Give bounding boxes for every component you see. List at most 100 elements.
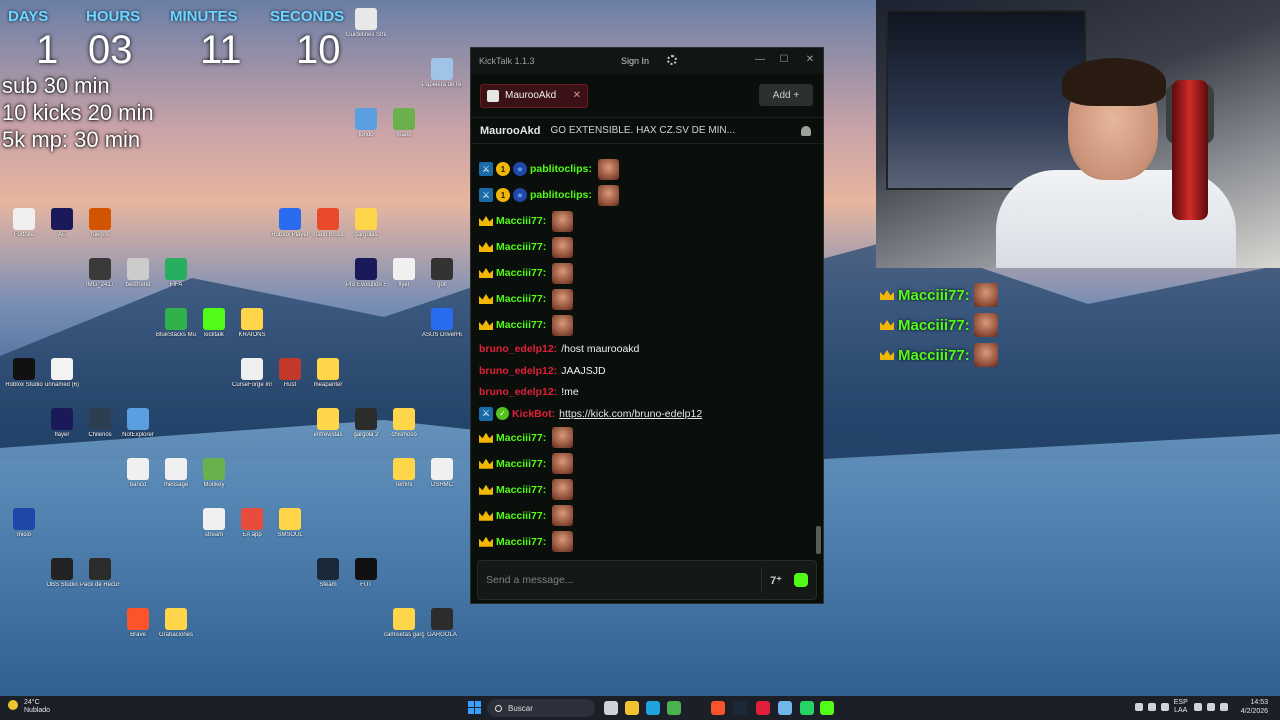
desktop-icon[interactable]: Pack de Recursos bbox=[80, 558, 120, 604]
chat-username[interactable]: bruno_edelp12: bbox=[479, 365, 557, 377]
chat-username[interactable]: Macciii77: bbox=[496, 510, 546, 522]
desktop-icon[interactable]: AE bbox=[42, 208, 82, 254]
desktop-icon[interactable]: mario bross bbox=[308, 208, 348, 254]
add-channel-button[interactable]: Add + bbox=[759, 84, 813, 106]
desktop-icon[interactable]: Inicio bbox=[4, 508, 44, 554]
chat-username[interactable]: Macciii77: bbox=[496, 267, 546, 279]
chat-message[interactable]: ⚔ 1 ★ pablitoclips: bbox=[479, 156, 817, 182]
user-icon[interactable] bbox=[801, 126, 811, 136]
brave-icon[interactable] bbox=[711, 701, 725, 715]
desktop-icon[interactable]: BlueStacks Multi-Insta bbox=[156, 308, 196, 354]
desktop-icon[interactable]: Guidelines Streamo bbox=[346, 8, 386, 54]
desktop-icon[interactable]: fondo bbox=[346, 108, 386, 154]
desktop-icon[interactable]: Grabaciones bbox=[156, 608, 196, 654]
desktop-icon[interactable]: message bbox=[156, 458, 196, 504]
chat-link[interactable]: https://kick.com/bruno-edelp12 bbox=[559, 408, 702, 420]
chat-message[interactable]: Macciii77: bbox=[479, 260, 817, 286]
chat-username[interactable]: Macciii77: bbox=[496, 241, 546, 253]
app-tray-icon[interactable] bbox=[1147, 703, 1156, 711]
desktop-icon[interactable]: gargolas bbox=[346, 208, 386, 254]
desktop-icon[interactable]: SMSOUL bbox=[270, 508, 310, 554]
chat-message[interactable]: bruno_edelp12: JAAJSJD bbox=[479, 360, 817, 382]
desktop-icon[interactable]: IMG_2417 bbox=[80, 258, 120, 304]
desktop-icon[interactable]: kicktalk bbox=[194, 308, 234, 354]
translate-icon[interactable]: 7⁺ bbox=[770, 574, 782, 587]
chat-username[interactable]: Macciii77: bbox=[496, 215, 546, 227]
clock[interactable]: 14:53 4/2/2026 bbox=[1241, 698, 1268, 716]
kick-icon[interactable] bbox=[820, 701, 834, 715]
desktop-icon[interactable]: DSHMC bbox=[422, 458, 462, 504]
desktop-icon[interactable]: bestfrend bbox=[118, 258, 158, 304]
chat-message[interactable]: Macciii77: bbox=[479, 234, 817, 260]
chat-username[interactable]: bruno_edelp12: bbox=[479, 343, 557, 355]
desktop-icon[interactable]: Fortnite bbox=[4, 208, 44, 254]
battery-icon[interactable] bbox=[1219, 703, 1228, 711]
desktop-icon[interactable]: Pro Evolution Soccer 6 bbox=[346, 258, 386, 304]
message-input[interactable]: Send a message... 7⁺ bbox=[477, 560, 817, 600]
language-indicator[interactable]: ESP LAA bbox=[1174, 699, 1188, 715]
chat-message[interactable]: Macciii77: bbox=[479, 312, 817, 338]
desktop-icon[interactable]: KRAIONS bbox=[232, 308, 272, 354]
desktop-icon[interactable]: ASUS DriverHub bbox=[422, 308, 462, 354]
desktop-icon[interactable]: EA app bbox=[232, 508, 272, 554]
desktop-icon[interactable]: flayer bbox=[42, 408, 82, 454]
chat-username[interactable]: KickBot: bbox=[512, 408, 555, 420]
desktop-icon[interactable]: Rust bbox=[270, 358, 310, 404]
chat-message[interactable]: Macciii77: bbox=[479, 529, 817, 555]
desktop-icon[interactable]: Roblox Player bbox=[270, 208, 310, 254]
notepad-icon[interactable] bbox=[778, 701, 792, 715]
emote-picker-icon[interactable] bbox=[794, 573, 808, 587]
desktop-icon[interactable]: Brave bbox=[118, 608, 158, 654]
file-explorer-icon[interactable] bbox=[625, 701, 639, 715]
desktop-icon[interactable]: flyer bbox=[384, 258, 424, 304]
chrome-icon[interactable] bbox=[667, 701, 681, 715]
desktop-icon[interactable]: Monkey bbox=[194, 458, 234, 504]
desktop-icon[interactable]: unnamed (6) bbox=[42, 358, 82, 404]
chat-message-list[interactable]: ⚔ 1 ★ pablitoclips: ⚔ 1 ★ pablitoclips: Macciii7… bbox=[471, 156, 817, 556]
tab-maurooakd[interactable]: MaurooAkd ✕ bbox=[480, 83, 588, 108]
desktop-icon[interactable]: GARGOLA bbox=[422, 608, 462, 654]
desktop-icon[interactable]: Chilenos bbox=[80, 408, 120, 454]
desktop-icon[interactable]: gargola 2 bbox=[346, 408, 386, 454]
desktop-icon[interactable]: Steam bbox=[308, 558, 348, 604]
sign-in-button[interactable]: Sign In bbox=[621, 56, 649, 66]
desktop-icon[interactable]: CurseForge Installer bbox=[232, 358, 272, 404]
desktop-icon[interactable]: fuegos bbox=[80, 208, 120, 254]
desktop-icon[interactable]: Papelera de reciclaje bbox=[422, 58, 462, 104]
desktop-icon[interactable]: chismoso bbox=[384, 408, 424, 454]
desktop-icon[interactable]: FUT bbox=[346, 558, 386, 604]
chat-username[interactable]: Macciii77: bbox=[496, 458, 546, 470]
start-button[interactable] bbox=[468, 701, 481, 714]
gear-icon[interactable] bbox=[667, 55, 677, 65]
desktop-icon[interactable]: camisetas gargolas bbox=[384, 608, 424, 654]
task-view-icon[interactable] bbox=[604, 701, 618, 715]
close-icon[interactable]: ✕ bbox=[573, 90, 581, 101]
desktop-icon[interactable]: remini bbox=[384, 458, 424, 504]
chat-username[interactable]: pablitoclips: bbox=[530, 163, 592, 175]
wifi-icon[interactable] bbox=[1193, 703, 1202, 711]
close-button[interactable]: ✕ bbox=[803, 54, 817, 65]
desktop-icon[interactable]: mario bbox=[384, 108, 424, 154]
chat-username[interactable]: bruno_edelp12: bbox=[479, 386, 557, 398]
minimize-button[interactable]: — bbox=[753, 54, 767, 65]
whatsapp-icon[interactable] bbox=[800, 701, 814, 715]
chat-message[interactable]: ⚔ ✓ KickBot: https://kick.com/bruno-edelp12 bbox=[479, 403, 817, 425]
chat-username[interactable]: Macciii77: bbox=[496, 319, 546, 331]
desktop-icon[interactable]: meapanter bbox=[308, 358, 348, 404]
chat-message[interactable]: Macciii77: bbox=[479, 425, 817, 451]
desktop-icon[interactable]: OBS Studio bbox=[42, 558, 82, 604]
desktop-icon[interactable]: entrevistas bbox=[308, 408, 348, 454]
chat-message[interactable]: bruno_edelp12: !me bbox=[479, 381, 817, 403]
chat-message[interactable]: ⚔ 1 ★ pablitoclips: bbox=[479, 182, 817, 208]
chat-username[interactable]: pablitoclips: bbox=[530, 189, 592, 201]
maximize-button[interactable]: ☐ bbox=[777, 54, 791, 65]
kicktalk-titlebar[interactable]: KickTalk 1.1.3 Sign In — ☐ ✕ bbox=[471, 48, 823, 74]
desktop-icon[interactable]: Roblox Studio bbox=[4, 358, 44, 404]
desktop-icon[interactable]: FIFA bbox=[156, 258, 196, 304]
edge-icon[interactable] bbox=[646, 701, 660, 715]
chat-username[interactable]: Macciii77: bbox=[496, 484, 546, 496]
chat-username[interactable]: Macciii77: bbox=[496, 536, 546, 548]
desktop-icon[interactable]: stream bbox=[194, 508, 234, 554]
chat-message[interactable]: Macciii77: bbox=[479, 503, 817, 529]
volume-icon[interactable] bbox=[1206, 703, 1215, 711]
